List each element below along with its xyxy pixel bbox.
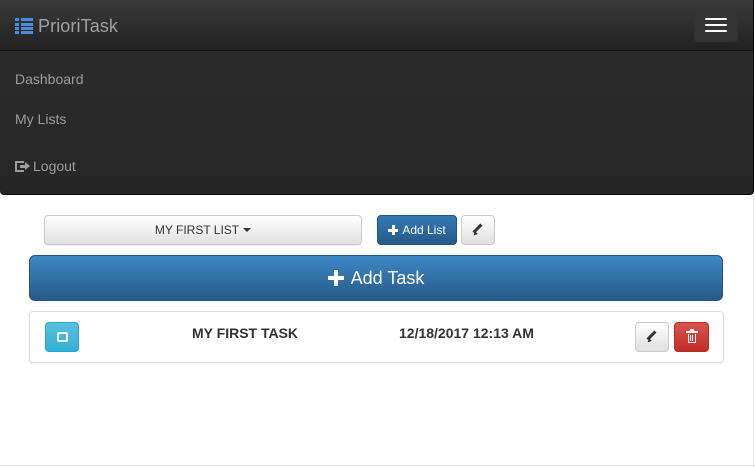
nav-item-logout[interactable]: Logout [15, 158, 76, 174]
navbar-header: PrioriTask [0, 0, 754, 51]
brand-link[interactable]: PrioriTask [15, 15, 118, 37]
complete-task-button[interactable] [45, 322, 79, 352]
navbar: PrioriTask Dashboard My Lists Logout [0, 0, 754, 195]
delete-task-button[interactable] [674, 322, 709, 352]
nav-item-label: My Lists [15, 111, 67, 127]
list-icon [15, 18, 33, 34]
edit-list-button[interactable] [461, 215, 495, 245]
navbar-toggle-button[interactable] [694, 8, 738, 42]
logout-icon [15, 160, 30, 173]
edit-task-button[interactable] [635, 322, 669, 352]
task-row: MY FIRST TASK 12/18/2017 12:13 AM [29, 311, 724, 363]
trash-icon [685, 329, 698, 343]
task-date: 12/18/2017 12:13 AM [399, 325, 534, 341]
add-list-label: Add List [402, 223, 446, 237]
hamburger-icon [705, 18, 727, 20]
add-list-button[interactable]: Add List [377, 215, 457, 245]
add-task-button[interactable]: Add Task [29, 255, 723, 301]
checkbox-icon [56, 332, 68, 342]
list-select-dropdown[interactable]: MY FIRST LIST [44, 215, 362, 245]
divider [753, 195, 754, 467]
brand-name: PrioriTask [38, 15, 119, 36]
nav-item-label: Logout [33, 158, 76, 174]
nav-item-dashboard[interactable]: Dashboard [15, 71, 84, 87]
nav-item-my-lists[interactable]: My Lists [15, 111, 66, 127]
pencil-icon [646, 330, 658, 344]
divider [0, 465, 755, 466]
nav-item-label: Dashboard [15, 71, 84, 87]
task-name: MY FIRST TASK [192, 325, 299, 341]
list-select-label: MY FIRST LIST [154, 223, 240, 237]
pencil-icon [472, 223, 484, 237]
caret-down-icon [243, 228, 252, 232]
plus-icon [388, 225, 399, 235]
plus-icon [327, 270, 344, 286]
add-task-label: Add Task [350, 267, 425, 288]
